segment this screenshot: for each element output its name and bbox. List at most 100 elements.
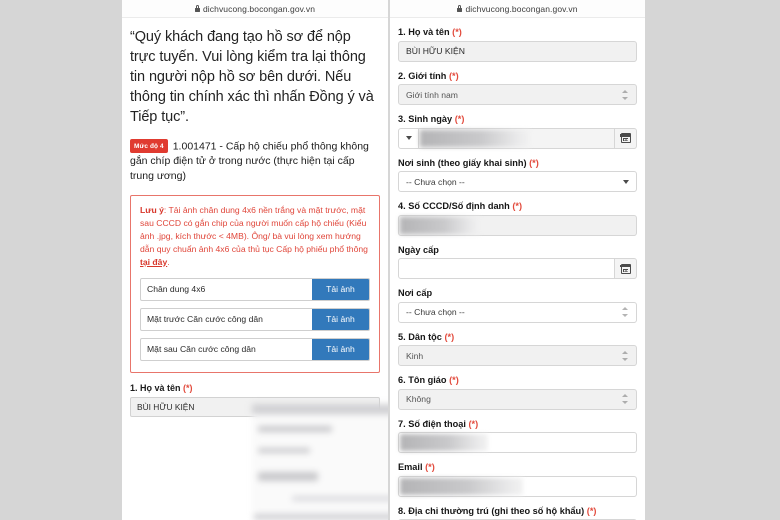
up-down-arrows-icon	[622, 350, 629, 361]
field-label-gender-text: 2. Giới tính	[398, 70, 447, 81]
issue-date-calendar-button[interactable]	[615, 258, 637, 279]
instruction-quote: “Quý khách đang tạo hồ sơ để nộp trực tu…	[130, 29, 374, 125]
upload-button-id-front[interactable]: Tải ảnh	[312, 308, 369, 330]
birthdate-dropdown-toggle[interactable]	[398, 127, 419, 149]
input-full-name[interactable]: BÙI HỮU KIỆN	[398, 40, 637, 62]
select-gender[interactable]: Giới tính nam	[398, 84, 637, 105]
input-full-name-value: BÙI HỮU KIỆN	[406, 46, 465, 56]
up-down-arrows-icon	[622, 307, 629, 317]
field-label-issue-place: Nơi cấp	[398, 288, 637, 298]
field-label-gender: 2. Giới tính (*)	[398, 71, 637, 81]
select-birthplace[interactable]: -- Chưa chọn --	[398, 171, 637, 192]
redacted-email-value	[400, 477, 523, 495]
right-phone-panel: dichvucong.bocongan.gov.vn 1. Họ và tên …	[390, 0, 645, 520]
field-label-issue-place-text: Nơi cấp	[398, 288, 433, 298]
select-gender-value: Giới tính nam	[406, 89, 458, 100]
screenshot-root: dichvucong.bocongan.gov.vn “Quý khách đa…	[0, 0, 780, 520]
field-label-ethnicity-text: 5. Dân tộc	[398, 331, 442, 342]
lock-icon	[194, 5, 200, 12]
field-label-birthplace: Nơi sinh (theo giấy khai sinh) (*)	[398, 158, 637, 168]
birthdate-calendar-button[interactable]	[615, 127, 637, 149]
upload-notice-box: Lưu ý: Tải ảnh chân dung 4x6 nền trắng v…	[130, 195, 380, 373]
required-mark: (*)	[448, 70, 459, 81]
required-mark: (*)	[449, 375, 459, 385]
upload-button-portrait[interactable]: Tải ảnh	[312, 278, 369, 300]
field-label-email: Email (*)	[398, 462, 637, 472]
calendar-icon	[620, 133, 631, 143]
input-issue-date[interactable]	[398, 258, 615, 279]
upload-label-id-front: Mặt trước Căn cước công dân	[147, 314, 263, 325]
field-label-permanent-address: 8. Địa chỉ thường trú (ghi theo số hộ kh…	[398, 506, 637, 516]
notice-body: : Tải ảnh chân dung 4x6 nền trắng và mặt…	[140, 205, 368, 254]
left-name-value: BÙI HỮU KIỆN	[137, 401, 195, 412]
field-label-birthdate: 3. Sinh ngày (*)	[398, 114, 637, 124]
left-name-required-mark: (*)	[183, 382, 193, 393]
select-religion-value: Không	[406, 394, 431, 404]
select-religion[interactable]: Không	[398, 388, 637, 410]
field-label-full-name: 1. Họ và tên (*)	[398, 27, 637, 37]
url-text: dichvucong.bocongan.gov.vn	[465, 3, 578, 14]
field-label-religion: 6. Tôn giáo (*)	[398, 375, 637, 385]
field-label-email-text: Email	[398, 462, 423, 472]
blurred-lower-form-region	[252, 404, 388, 520]
input-birthdate[interactable]	[419, 127, 615, 149]
upload-row-portrait: Chân dung 4x6 Tải ảnh	[140, 277, 370, 301]
notice-tail: .	[167, 256, 170, 267]
left-name-label-text: 1. Họ và tên	[130, 382, 181, 393]
chevron-down-icon	[405, 136, 412, 140]
upload-button-id-back[interactable]: Tải ảnh	[312, 338, 369, 360]
lock-icon	[457, 5, 463, 12]
required-mark: (*)	[454, 114, 465, 124]
select-issue-place-value: -- Chưa chọn --	[406, 307, 465, 317]
input-birthdate-group	[398, 127, 637, 149]
required-mark: (*)	[586, 505, 597, 516]
service-info: Mức độ 4 1.001471 - Cấp hộ chiếu phổ thôn…	[130, 139, 380, 184]
redacted-phone-value	[400, 434, 488, 451]
required-mark: (*)	[468, 418, 479, 429]
field-label-phone: 7. Số điện thoại (*)	[398, 419, 637, 429]
field-label-permanent-address-text: 8. Địa chỉ thường trú (ghi theo số hộ kh…	[398, 505, 585, 516]
required-mark: (*)	[425, 462, 435, 472]
calendar-icon	[620, 263, 631, 274]
redacted-id-number-value	[400, 216, 480, 234]
select-ethnicity[interactable]: Kinh	[398, 345, 637, 366]
left-name-label: 1. Họ và tên (*)	[130, 383, 380, 393]
left-phone-panel: dichvucong.bocongan.gov.vn “Quý khách đa…	[122, 0, 388, 520]
field-label-id-number-text: 4. Số CCCD/Số định danh	[398, 201, 510, 211]
field-label-issue-date: Ngày cấp	[398, 245, 637, 255]
url-text: dichvucong.bocongan.gov.vn	[202, 3, 316, 14]
field-label-issue-date-text: Ngày cấp	[398, 244, 439, 255]
up-down-arrows-icon	[622, 394, 629, 404]
field-label-phone-text: 7. Số điện thoại	[398, 418, 466, 429]
input-issue-date-group	[398, 258, 637, 279]
field-label-birthplace-text: Nơi sinh (theo giấy khai sinh)	[398, 157, 527, 168]
field-label-id-number: 4. Số CCCD/Số định danh (*)	[398, 201, 637, 211]
browser-url-bar-right[interactable]: dichvucong.bocongan.gov.vn	[390, 0, 645, 18]
required-mark: (*)	[452, 27, 462, 37]
notice-lead: Lưu ý	[140, 205, 164, 216]
service-level-badge: Mức độ 4	[130, 139, 168, 154]
redacted-birthdate-value	[420, 129, 530, 147]
required-mark: (*)	[529, 157, 539, 168]
field-label-full-name-text: 1. Họ và tên	[398, 27, 450, 37]
required-mark: (*)	[512, 201, 523, 211]
input-phone[interactable]	[398, 432, 637, 453]
upload-row-id-front: Mặt trước Căn cước công dân Tải ảnh	[140, 307, 370, 331]
upload-label-id-back: Mặt sau Căn cước công dân	[147, 344, 256, 355]
notice-text: Lưu ý: Tải ảnh chân dung 4x6 nền trắng v…	[140, 204, 370, 268]
upload-label-portrait: Chân dung 4x6	[147, 284, 206, 295]
input-id-number[interactable]	[398, 214, 637, 236]
browser-url-bar[interactable]: dichvucong.bocongan.gov.vn	[122, 0, 388, 18]
select-issue-place[interactable]: -- Chưa chọn --	[398, 301, 637, 323]
select-birthplace-value: -- Chưa chọn --	[406, 176, 465, 187]
up-down-arrows-icon	[622, 89, 629, 100]
upload-row-id-back: Mặt sau Căn cước công dân Tải ảnh	[140, 337, 370, 361]
chevron-down-icon	[623, 179, 629, 184]
input-email[interactable]	[398, 475, 637, 497]
select-ethnicity-value: Kinh	[406, 350, 424, 361]
field-label-birthdate-text: 3. Sinh ngày	[398, 114, 453, 124]
photo-guideline-link[interactable]: tại đây	[140, 257, 167, 267]
field-label-ethnicity: 5. Dân tộc (*)	[398, 332, 637, 342]
field-label-religion-text: 6. Tôn giáo	[398, 375, 447, 385]
required-mark: (*)	[444, 331, 455, 342]
